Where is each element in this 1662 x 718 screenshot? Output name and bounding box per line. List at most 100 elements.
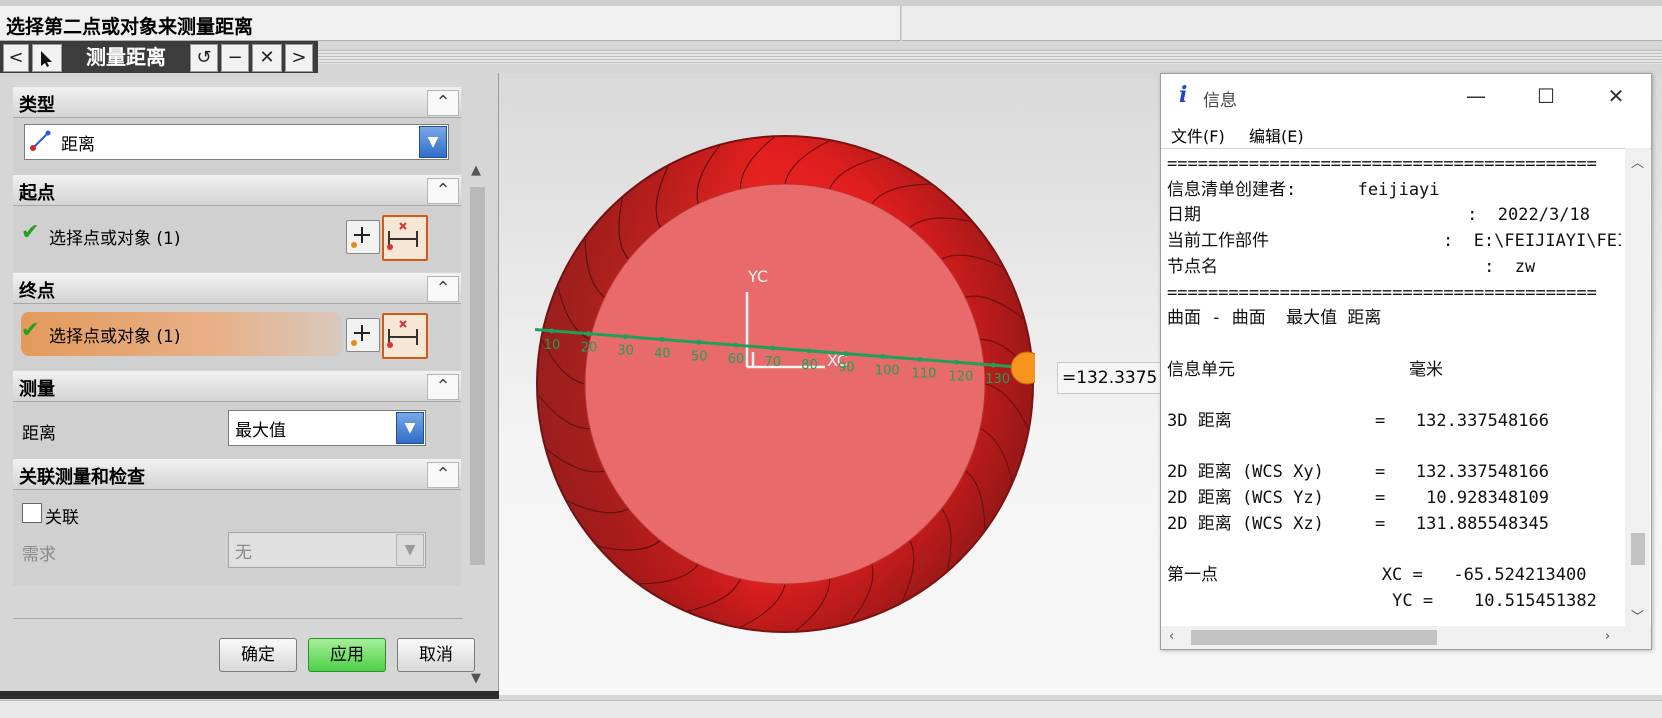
- ruler-tick: [990, 362, 996, 368]
- minimize-window-button[interactable]: —: [1453, 80, 1499, 112]
- reset-button[interactable]: ↺: [190, 44, 218, 72]
- section-measure[interactable]: 测量 ⌃: [13, 371, 461, 402]
- ruler-tick-label: 30: [617, 344, 634, 359]
- info-line: [1167, 538, 1621, 564]
- ruler-tick-label: 130: [985, 372, 1010, 387]
- menu-edit[interactable]: 编辑(E): [1249, 123, 1304, 147]
- ruler-tick-label: 50: [691, 349, 708, 364]
- chevron-down-icon: ▼: [396, 534, 424, 566]
- info-horizontal-scrollbar[interactable]: ‹ ›: [1161, 626, 1651, 649]
- info-vertical-scrollbar[interactable]: ︿ ﹀: [1625, 148, 1650, 626]
- measure-dropdown[interactable]: 最大值 ▼: [228, 410, 426, 446]
- inner-face: [584, 183, 986, 585]
- collapse-start-button[interactable]: ⌃: [427, 178, 459, 204]
- ruler-tick: [696, 339, 702, 345]
- chevron-down-icon[interactable]: ▼: [419, 126, 447, 158]
- dialog-title: 测量距离: [86, 45, 166, 69]
- close-dialog-button[interactable]: ✕: [252, 44, 282, 72]
- info-title: 信息: [1203, 91, 1237, 111]
- chevron-down-icon[interactable]: ▼: [396, 412, 424, 444]
- measure-distance-dialog: 类型 ⌃ 距离 ▼ 起点 ⌃ ✔ 选择点或对象 (1) 终点 ⌃ ✔ 选择点或对…: [0, 73, 499, 695]
- ruler-tick-label: 110: [912, 366, 937, 381]
- section-assoc[interactable]: 关联测量和检查 ⌃: [13, 459, 461, 490]
- forward-button[interactable]: >: [285, 44, 313, 72]
- ruler-tick-label: 80: [801, 358, 818, 373]
- maximize-window-button[interactable]: ☐: [1523, 80, 1569, 112]
- dialog-scrollbar[interactable]: ▲ ▼: [465, 161, 490, 691]
- info-line: 日期 : 2022/3/18: [1167, 205, 1590, 226]
- end-inferred-point-button[interactable]: [382, 313, 428, 359]
- section-end-body: ✔ 选择点或对象 (1): [13, 304, 461, 370]
- check-icon: ✔: [21, 318, 40, 343]
- model-disk[interactable]: YC XC 10 20 30 40 50 60 70 80 90 100 110 120 130: [535, 134, 1035, 634]
- ruler-tick: [549, 328, 555, 334]
- ruler-tick: [586, 331, 592, 337]
- collapse-end-button[interactable]: ⌃: [427, 276, 459, 302]
- type-dropdown[interactable]: 距离 ▼: [24, 124, 449, 160]
- section-type[interactable]: 类型 ⌃: [13, 87, 461, 118]
- ruler-tick: [659, 336, 665, 342]
- minimize-dialog-button[interactable]: −: [221, 44, 249, 72]
- point-dialog-button[interactable]: [346, 220, 380, 254]
- info-menubar: 文件(F) 编辑(E): [1161, 118, 1651, 149]
- scroll-up-icon[interactable]: ▲: [471, 163, 481, 178]
- section-start[interactable]: 起点 ⌃: [13, 175, 461, 206]
- cancel-button[interactable]: 取消: [397, 638, 475, 672]
- measure-point-icon: [387, 222, 418, 250]
- distance-annotation: =132.3375: [1057, 362, 1161, 394]
- ruler-tick-label: 10: [544, 338, 561, 353]
- measure-dropdown-value: 最大值: [235, 421, 286, 441]
- ruler-tick: [917, 356, 923, 362]
- info-line: 2D 距离 (WCS Yz) = 10.928348109: [1167, 488, 1549, 509]
- point-dialog-button[interactable]: [346, 318, 380, 352]
- scroll-thumb[interactable]: [1191, 630, 1437, 645]
- ruler-tick: [843, 351, 849, 357]
- info-line: 曲面 - 曲面 最大值 距离: [1167, 308, 1382, 329]
- info-line: [1167, 383, 1621, 409]
- info-text-area[interactable]: ========================================…: [1167, 152, 1621, 622]
- info-line: 2D 距离 (WCS Xy) = 132.337548166: [1167, 462, 1549, 483]
- ruler-tick: [622, 334, 628, 340]
- apply-button[interactable]: 应用: [308, 638, 386, 672]
- section-measure-body: 距离 最大值 ▼: [13, 402, 461, 462]
- scroll-thumb[interactable]: [1631, 533, 1645, 565]
- section-assoc-body: 关联 需求 无 ▼: [13, 490, 461, 586]
- collapse-assoc-button[interactable]: ⌃: [427, 462, 459, 488]
- scroll-right-icon[interactable]: ›: [1605, 629, 1610, 644]
- check-icon: ✔: [21, 220, 40, 245]
- end-select-text[interactable]: 选择点或对象 (1): [49, 322, 180, 347]
- ruler-tick-label: 60: [728, 352, 745, 367]
- section-type-body: 距离 ▼: [13, 118, 461, 178]
- type-dropdown-value: 距离: [61, 135, 95, 155]
- point-plus-icon: [351, 325, 370, 346]
- distance-type-icon: [30, 130, 51, 151]
- collapse-measure-button[interactable]: ⌃: [427, 374, 459, 400]
- requirement-dropdown-value: 无: [235, 543, 252, 563]
- scroll-left-icon[interactable]: ‹: [1169, 629, 1174, 644]
- start-select-text[interactable]: 选择点或对象 (1): [49, 224, 180, 249]
- cue-line: 选择第二点或对象来测量距离: [0, 6, 901, 41]
- menu-file[interactable]: 文件(F): [1171, 123, 1225, 147]
- assoc-checkbox[interactable]: [22, 503, 42, 523]
- close-window-button[interactable]: ✕: [1593, 80, 1639, 112]
- scroll-down-icon[interactable]: ﹀: [1631, 606, 1644, 625]
- back-button[interactable]: <: [3, 44, 29, 72]
- section-end[interactable]: 终点 ⌃: [13, 273, 461, 304]
- ok-button[interactable]: 确定: [219, 638, 297, 672]
- scroll-thumb[interactable]: [470, 187, 485, 565]
- info-line: 3D 距离 = 132.337548166: [1167, 411, 1549, 432]
- info-line: 2D 距离 (WCS Xz) = 131.885548345: [1167, 513, 1549, 534]
- info-line: 信息清单创建者: feijiayi: [1167, 179, 1440, 200]
- point-plus-icon: [351, 227, 370, 248]
- info-line: [1167, 332, 1621, 358]
- scroll-down-icon[interactable]: ▼: [471, 671, 481, 686]
- status-line: [902, 6, 1662, 41]
- ribbon-rule: [318, 50, 1662, 64]
- collapse-type-button[interactable]: ⌃: [427, 90, 459, 116]
- info-icon: i: [1179, 82, 1188, 108]
- assoc-checkbox-label: 关联: [45, 508, 79, 528]
- start-inferred-point-button[interactable]: [382, 215, 428, 261]
- section-start-label: 起点: [19, 183, 55, 204]
- pointer-button[interactable]: [32, 44, 62, 72]
- scroll-up-icon[interactable]: ︿: [1631, 152, 1644, 171]
